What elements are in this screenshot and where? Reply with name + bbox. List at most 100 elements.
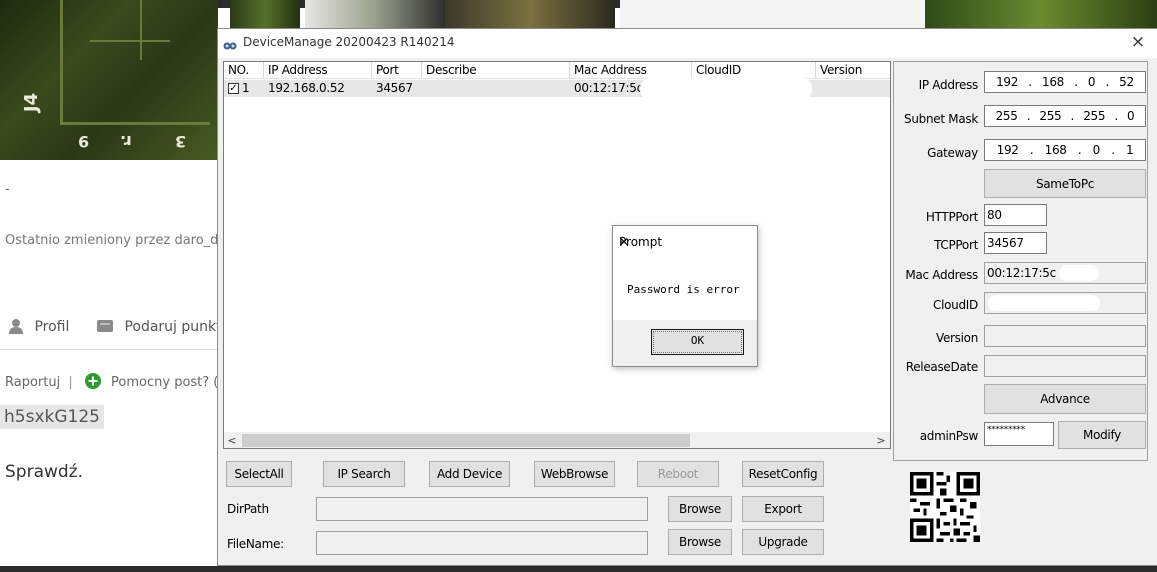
col-no[interactable]: NO.: [224, 62, 264, 79]
forum-dash: -: [5, 182, 10, 197]
mac-address-label: Mac Address: [905, 268, 978, 282]
ip-address-field[interactable]: 192. 168. 0. 52: [984, 71, 1146, 93]
cell-describe: [422, 80, 426, 97]
window-close-button[interactable]: ×: [1129, 33, 1147, 51]
gateway-field[interactable]: 192. 168. 0. 1: [984, 139, 1146, 161]
window-title: DeviceManage 20200423 R140214: [243, 35, 455, 49]
scroll-right-icon[interactable]: >: [874, 433, 888, 448]
pcb-label-9: 9: [78, 132, 90, 151]
report-link[interactable]: Raportuj: [5, 375, 60, 390]
export-button[interactable]: Export: [742, 496, 824, 522]
gw-octet-3: 0: [1092, 143, 1101, 157]
gw-dot-3: .: [1111, 143, 1115, 157]
ip-octet-2: 168: [1042, 75, 1065, 89]
profile-link-label: Profil: [34, 319, 70, 335]
admin-password-field[interactable]: *********: [984, 422, 1054, 446]
admin-psw-label: adminPsw: [919, 429, 979, 443]
dirpath-label: DirPath: [227, 502, 269, 516]
col-version[interactable]: Version: [816, 62, 890, 79]
tcp-port-label: TCPPort: [934, 238, 978, 252]
user-icon: [8, 318, 24, 334]
ip-dot-3: .: [1105, 75, 1109, 89]
profile-link[interactable]: Profil: [8, 318, 69, 335]
ip-octet-4: 52: [1119, 75, 1134, 89]
gw-octet-2: 168: [1044, 143, 1067, 157]
prompt-titlebar[interactable]: Prompt ✕: [613, 226, 757, 258]
cell-version: [816, 80, 820, 97]
mask-dot-3: .: [1114, 109, 1118, 123]
cell-no: 1: [242, 81, 250, 95]
reply-text: Sprawdź.: [5, 462, 84, 482]
browse-filename-button[interactable]: Browse: [668, 529, 732, 555]
subnet-mask-field[interactable]: 255. 255. 255. 0: [984, 105, 1146, 127]
http-port-label: HTTPPort: [925, 210, 978, 224]
ip-dot-2: .: [1074, 75, 1078, 89]
device-table[interactable]: NO. IP Address Port Describe Mac Address…: [223, 61, 891, 449]
background-bottom-bar: [0, 566, 1157, 572]
device-settings-panel: IP Address 192. 168. 0. 52 Subnet Mask 2…: [893, 61, 1148, 461]
donate-point-link[interactable]: Podaruj punkt: [96, 318, 222, 335]
release-date-label: ReleaseDate: [905, 360, 979, 374]
version-label: Version: [935, 331, 978, 345]
select-all-button[interactable]: SelectAll: [226, 461, 292, 487]
helpful-post-link[interactable]: Pomocny post? (: [111, 375, 218, 390]
prompt-close-icon[interactable]: ✕: [619, 235, 629, 249]
same-to-pc-button[interactable]: SameToPc: [984, 169, 1146, 198]
gateway-label: Gateway: [927, 146, 978, 160]
scroll-left-icon[interactable]: <: [225, 433, 239, 448]
donate-point-label: Podaruj punkt: [124, 319, 222, 335]
cell-ip: 192.168.0.52: [268, 81, 345, 95]
filename-field[interactable]: [316, 531, 648, 555]
version-field[interactable]: [984, 325, 1146, 347]
subnet-mask-label: Subnet Mask: [904, 112, 978, 126]
prompt-ok-button[interactable]: OK: [651, 329, 744, 355]
web-browse-button[interactable]: WebBrowse: [534, 461, 615, 487]
col-port[interactable]: Port: [372, 62, 422, 79]
col-mac-address[interactable]: Mac Address: [570, 62, 692, 79]
ip-address-label: IP Address: [918, 78, 979, 92]
http-port-field[interactable]: 80: [984, 204, 1047, 226]
gw-octet-1: 192: [996, 143, 1019, 157]
forum-actions: Raportuj | Pomocny post? (: [5, 373, 218, 390]
ip-octet-3: 0: [1087, 75, 1096, 89]
redaction-mask: [1059, 265, 1099, 281]
pcb-label-j4: J4: [21, 92, 43, 113]
horizontal-scrollbar[interactable]: < >: [224, 432, 890, 448]
upgrade-button[interactable]: Upgrade: [742, 529, 824, 555]
ip-search-button[interactable]: IP Search: [323, 461, 405, 487]
table-header: NO. IP Address Port Describe Mac Address…: [224, 62, 890, 79]
advance-button[interactable]: Advance: [984, 384, 1146, 414]
scrollbar-thumb[interactable]: [242, 434, 690, 447]
cell-mac: 00:12:17:5c: [574, 81, 643, 95]
camera-app-icon: [223, 38, 237, 50]
gw-octet-4: 1: [1125, 143, 1134, 157]
qr-code-icon: [910, 472, 980, 542]
cloudid-label: CloudID: [933, 298, 978, 312]
pcb-photo: J4 9 r. 3: [0, 0, 218, 160]
gw-dot-1: .: [1029, 143, 1034, 157]
col-ip-address[interactable]: IP Address: [264, 62, 372, 79]
filename-label: FileName:: [227, 537, 284, 551]
col-cloudid[interactable]: CloudID: [692, 62, 816, 79]
modify-button[interactable]: Modify: [1058, 421, 1146, 449]
mask-dot-1: .: [1026, 109, 1031, 123]
tcp-port-field[interactable]: 34567: [984, 232, 1047, 254]
mask-octet-2: 255: [1039, 109, 1062, 123]
prompt-body: Password is error: [613, 258, 757, 320]
cell-port: 34567: [376, 81, 413, 95]
mask-octet-1: 255: [995, 109, 1018, 123]
reset-config-button[interactable]: ResetConfig: [742, 461, 824, 487]
actions-separator: |: [68, 375, 73, 390]
browse-dirpath-button[interactable]: Browse: [668, 496, 732, 522]
add-device-button[interactable]: Add Device: [429, 461, 510, 487]
prompt-dialog: Prompt ✕ Password is error OK: [612, 225, 758, 367]
table-row[interactable]: ✓ 1 192.168.0.52 34567 00:12:17:5c: [224, 78, 890, 100]
dirpath-field[interactable]: [316, 497, 648, 521]
col-describe[interactable]: Describe: [422, 62, 570, 79]
pcb-label-r: r.: [120, 132, 132, 151]
window-titlebar[interactable]: DeviceManage 20200423 R140214 ×: [218, 29, 1157, 58]
prompt-ok-label: OK: [690, 334, 705, 347]
plus-circle-icon: [84, 373, 101, 389]
release-date-field[interactable]: [984, 355, 1146, 377]
reboot-button[interactable]: Reboot: [637, 461, 719, 487]
